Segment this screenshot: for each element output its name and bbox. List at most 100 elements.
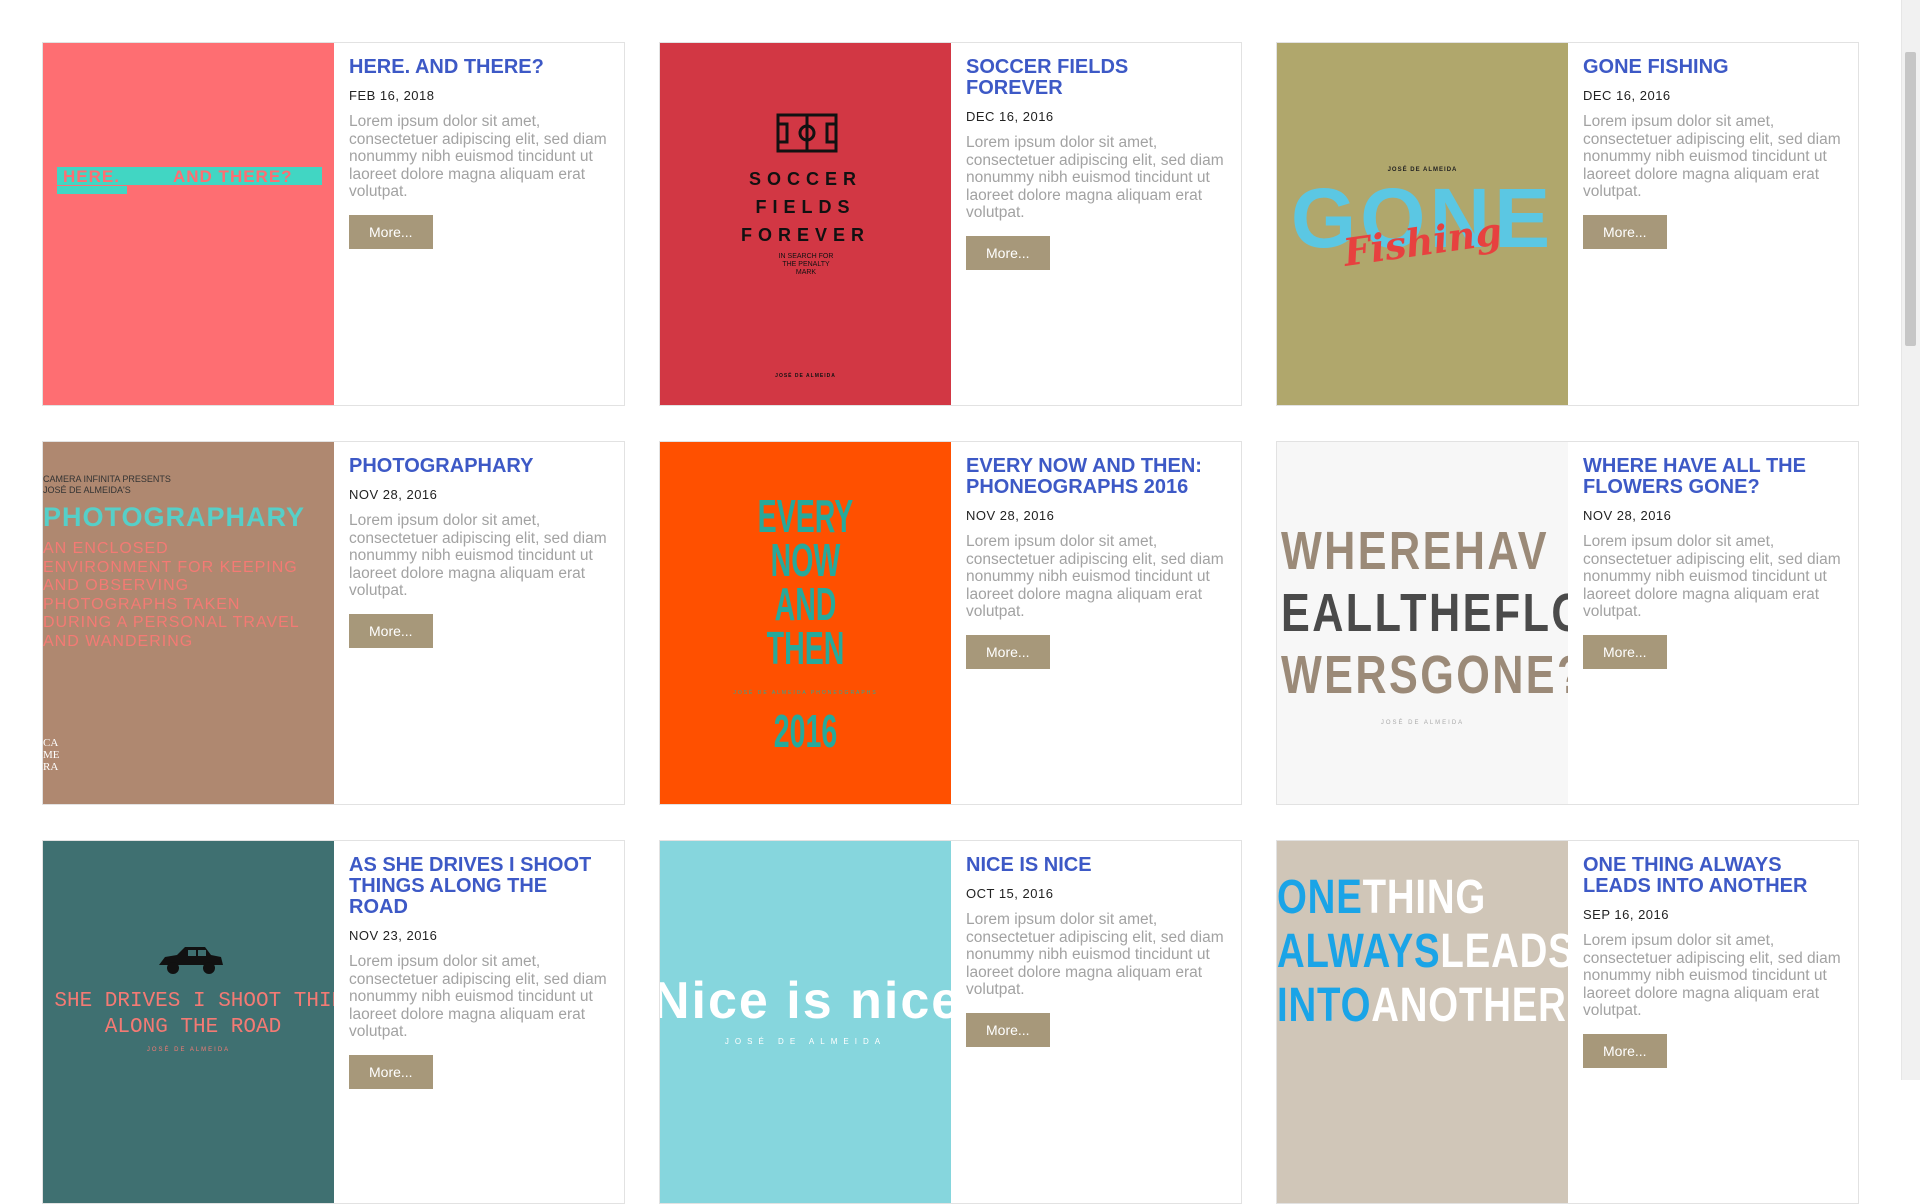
post-excerpt: Lorem ipsum dolor sit amet, consectetuer… xyxy=(1583,932,1841,1019)
cover-line: THEN xyxy=(766,622,845,674)
scrollbar-thumb[interactable] xyxy=(1905,52,1916,346)
post-info: HERE. AND THERE? FEB 16, 2018 Lorem ipsu… xyxy=(349,57,609,249)
more-button[interactable]: More... xyxy=(966,634,1050,669)
more-button[interactable]: More... xyxy=(966,1012,1050,1047)
post-cover-image[interactable]: AS SHE DRIVES I SHOOT THINGS ALONG THE R… xyxy=(43,841,334,1203)
cover-subtitle: JOSÉ DE ALMEIDA PHONEOGRAPHS xyxy=(733,690,878,696)
more-button[interactable]: More... xyxy=(349,1054,433,1089)
post-date: DEC 16, 2016 xyxy=(1583,88,1671,103)
post-info: ONE THING ALWAYS LEADS INTO ANOTHER SEP … xyxy=(1583,855,1843,1068)
post-excerpt: Lorem ipsum dolor sit amet, consectetuer… xyxy=(349,512,607,599)
cover-line: SOCCER xyxy=(748,169,862,189)
cover-word: ANOTHER xyxy=(1371,979,1567,1032)
cover-text: PHOTOGRAPHARY xyxy=(43,502,306,532)
post-excerpt: Lorem ipsum dolor sit amet, consectetuer… xyxy=(1583,533,1841,620)
svg-text:ME: ME xyxy=(43,749,60,761)
cover-body: AN ENCLOSED ENVIRONMENT FOR KEEPING AND … xyxy=(43,540,300,650)
post-card: SOCCER FIELDS FOREVER IN SEARCH FOR THE … xyxy=(659,42,1242,406)
post-cover-image[interactable]: JOSÉ DE ALMEIDA GONE Fishing xyxy=(1277,43,1568,405)
post-card: Nice is nice JOSÉ DE ALMEIDA NICE IS NIC… xyxy=(659,840,1242,1204)
post-date: DEC 16, 2016 xyxy=(966,109,1054,124)
cover-line: EALLTHEFLO xyxy=(1281,583,1568,643)
cover-word-highlight: INTO xyxy=(1277,979,1372,1032)
more-button[interactable]: More... xyxy=(1583,1033,1667,1068)
post-card: ONETHING ALWAYSLEADS INTOANOTHER ONE THI… xyxy=(1276,840,1859,1204)
cover-band-small xyxy=(57,186,127,194)
post-cover-image[interactable]: Nice is nice JOSÉ DE ALMEIDA xyxy=(660,841,951,1203)
post-cover-image[interactable]: WHEREHAV EALLTHEFLO WERSGONE? JOSÉ DE AL… xyxy=(1277,442,1568,804)
post-title[interactable]: PHOTOGRAPHARY xyxy=(349,456,609,477)
post-title[interactable]: ONE THING ALWAYS LEADS INTO ANOTHER xyxy=(1583,855,1843,897)
cover-line: JOSÉ DE ALMEIDA'S xyxy=(43,485,131,495)
post-title[interactable]: GONE FISHING xyxy=(1583,57,1843,78)
cover-author: JOSÉ DE ALMEIDA xyxy=(1380,720,1465,726)
post-title[interactable]: NICE IS NICE xyxy=(966,855,1226,876)
more-button[interactable]: More... xyxy=(349,214,433,249)
post-info: PHOTOGRAPHARY NOV 28, 2016 Lorem ipsum d… xyxy=(349,456,609,648)
more-button[interactable]: More... xyxy=(1583,214,1667,249)
post-excerpt: Lorem ipsum dolor sit amet, consectetuer… xyxy=(966,911,1224,998)
post-title[interactable]: EVERY NOW AND THEN: PHONEOGRAPHS 2016 xyxy=(966,456,1226,498)
post-cover-image[interactable]: EVERY NOW AND THEN JOSÉ DE ALMEIDA PHONE… xyxy=(660,442,951,804)
post-card: JOSÉ DE ALMEIDA GONE Fishing GONE FISHIN… xyxy=(1276,42,1859,406)
cover-text: WHEREHAV EALLTHEFLO WERSGONE? xyxy=(1281,520,1568,706)
post-excerpt: Lorem ipsum dolor sit amet, consectetuer… xyxy=(349,113,607,200)
cover-text: EVERY NOW AND THEN xyxy=(715,493,895,674)
car-icon xyxy=(159,947,223,974)
more-button[interactable]: More... xyxy=(349,613,433,648)
cover-word: THING xyxy=(1362,871,1487,924)
more-button[interactable]: More... xyxy=(966,235,1050,270)
cover-line: FOREVER xyxy=(740,225,870,245)
cover-line: WHEREHAV xyxy=(1281,521,1550,581)
post-cover-image[interactable]: HERE. AND THERE? xyxy=(43,43,334,405)
cover-year: 2016 xyxy=(773,705,838,757)
cover-text: AND THERE? xyxy=(173,167,293,186)
cover-word: LEADS xyxy=(1440,925,1568,978)
cover-line: AS SHE DRIVES I SHOOT THINGS xyxy=(43,990,334,1013)
cover-line: FIELDS xyxy=(755,197,856,217)
post-title[interactable]: HERE. AND THERE? xyxy=(349,57,609,78)
cover-author: JOSÉ DE ALMEIDA xyxy=(775,373,836,379)
post-excerpt: Lorem ipsum dolor sit amet, consectetuer… xyxy=(1583,113,1841,200)
vertical-scrollbar[interactable] xyxy=(1901,0,1920,1080)
post-cover-image[interactable]: CAMERA INFINITA PRESENTS JOSÉ DE ALMEIDA… xyxy=(43,442,334,804)
post-excerpt: Lorem ipsum dolor sit amet, consectetuer… xyxy=(349,953,607,1040)
post-card: EVERY NOW AND THEN JOSÉ DE ALMEIDA PHONE… xyxy=(659,441,1242,805)
post-date: NOV 28, 2016 xyxy=(966,508,1055,523)
cover-subtitle: IN SEARCH FOR THE PENALTY MARK xyxy=(778,253,834,276)
post-grid: HERE. AND THERE? HERE. AND THERE? FEB 16… xyxy=(0,0,1920,1204)
cover-line: WERSGONE? xyxy=(1281,645,1568,705)
cover-word-highlight: ONE xyxy=(1277,871,1363,924)
post-date: OCT 15, 2016 xyxy=(966,886,1054,901)
more-button[interactable]: More... xyxy=(1583,634,1667,669)
post-title[interactable]: SOCCER FIELDS FOREVER xyxy=(966,57,1226,99)
cover-word-highlight: ALWAYS xyxy=(1277,925,1441,978)
post-info: GONE FISHING DEC 16, 2016 Lorem ipsum do… xyxy=(1583,57,1843,249)
post-title[interactable]: WHERE HAVE ALL THE FLOWERS GONE? xyxy=(1583,456,1843,498)
post-date: FEB 16, 2018 xyxy=(349,88,435,103)
cover-text: Nice is nice xyxy=(660,972,951,1030)
post-card: AS SHE DRIVES I SHOOT THINGS ALONG THE R… xyxy=(42,840,625,1204)
cover-text: SOCCER FIELDS FOREVER xyxy=(660,165,951,249)
svg-text:RA: RA xyxy=(43,761,58,772)
post-info: EVERY NOW AND THEN: PHONEOGRAPHS 2016 NO… xyxy=(966,456,1226,669)
cover-author: JOSÉ DE ALMEIDA xyxy=(724,1037,887,1046)
post-cover-image[interactable]: SOCCER FIELDS FOREVER IN SEARCH FOR THE … xyxy=(660,43,951,405)
post-info: WHERE HAVE ALL THE FLOWERS GONE? NOV 28,… xyxy=(1583,456,1843,669)
post-date: NOV 28, 2016 xyxy=(349,487,438,502)
post-card: WHEREHAV EALLTHEFLO WERSGONE? JOSÉ DE AL… xyxy=(1276,441,1859,805)
post-cover-image[interactable]: ONETHING ALWAYSLEADS INTOANOTHER xyxy=(1277,841,1568,1203)
post-date: NOV 28, 2016 xyxy=(1583,508,1672,523)
cover-line: ALONG THE ROAD xyxy=(104,1016,282,1039)
cover-text: HERE. xyxy=(63,167,120,186)
post-date: SEP 16, 2016 xyxy=(1583,907,1669,922)
post-info: AS SHE DRIVES I SHOOT THINGS ALONG THE R… xyxy=(349,855,609,1089)
post-title[interactable]: AS SHE DRIVES I SHOOT THINGS ALONG THE R… xyxy=(349,855,609,918)
post-card: HERE. AND THERE? HERE. AND THERE? FEB 16… xyxy=(42,42,625,406)
post-date: NOV 23, 2016 xyxy=(349,928,438,943)
post-info: SOCCER FIELDS FOREVER DEC 16, 2016 Lorem… xyxy=(966,57,1226,270)
svg-text:CA: CA xyxy=(43,737,58,749)
post-excerpt: Lorem ipsum dolor sit amet, consectetuer… xyxy=(966,533,1224,620)
post-info: NICE IS NICE OCT 15, 2016 Lorem ipsum do… xyxy=(966,855,1226,1047)
cover-line: AND xyxy=(774,578,837,630)
